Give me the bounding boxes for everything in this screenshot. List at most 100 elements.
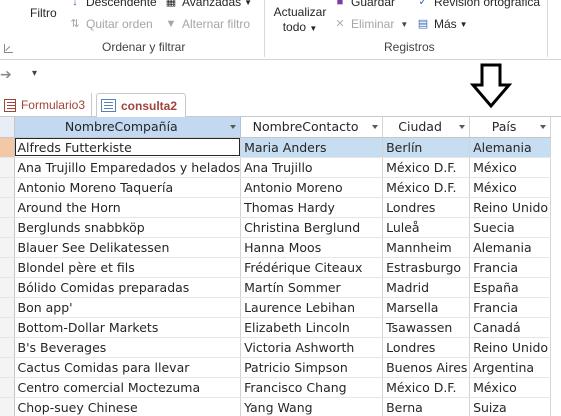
table-cell[interactable]: Madrid — [382, 277, 471, 298]
record-selector[interactable] — [0, 297, 15, 318]
table-cell[interactable]: Blauer See Delikatessen — [14, 237, 242, 258]
table-cell[interactable]: España — [469, 277, 552, 298]
table-cell[interactable]: Bon app' — [14, 297, 242, 318]
toggle-filter-button[interactable]: ▼ Alternar filtro — [164, 17, 250, 31]
arrow-right-icon[interactable]: ➔ — [0, 66, 12, 83]
table-row[interactable]: Bon app' Laurence Lebihan Marsella Francia — [0, 297, 552, 318]
table-cell[interactable]: Bólido Comidas preparadas — [14, 277, 242, 298]
chevron-down-icon[interactable] — [372, 125, 379, 129]
table-cell[interactable]: Patricio Simpson — [240, 357, 384, 378]
table-row[interactable]: Blauer See Delikatessen Hanna Moos Mannhei… — [0, 237, 552, 258]
table-row[interactable]: Alfreds Futterkiste Maria Anders Berlín Ale… — [0, 137, 552, 158]
table-cell[interactable]: Yang Wang — [240, 397, 384, 416]
table-row[interactable]: Berglunds snabbköp Christina Berglund Lule… — [0, 217, 552, 238]
table-row[interactable]: Antonio Moreno Taquería Antonio Moreno Méx… — [0, 177, 552, 198]
table-cell[interactable]: Suecia — [469, 217, 552, 238]
table-cell[interactable]: México D.F. — [382, 377, 471, 398]
record-selector[interactable] — [0, 157, 15, 178]
table-cell[interactable]: Berlín — [382, 137, 471, 158]
remove-sort-button[interactable]: ⇅ Quitar orden — [68, 17, 152, 31]
record-selector[interactable] — [0, 317, 15, 338]
table-cell[interactable]: Hanna Moos — [240, 237, 384, 258]
table-cell[interactable]: Antonio Moreno — [240, 177, 384, 198]
table-cell[interactable]: Reino Unido — [469, 337, 552, 358]
column-header-pais[interactable]: País — [469, 117, 552, 138]
table-cell[interactable]: Ana Trujillo Emparedados y helados — [14, 157, 242, 178]
table-row[interactable]: Blondel père et fils Frédérique Citeaux Es… — [0, 257, 552, 278]
advanced-filter-button[interactable]: ▦ Avanzadas ▼ — [164, 0, 252, 9]
record-selector[interactable] — [0, 397, 15, 416]
table-cell[interactable]: Antonio Moreno Taquería — [14, 177, 242, 198]
table-cell[interactable]: Francisco Chang — [240, 377, 384, 398]
table-cell[interactable]: México D.F. — [382, 177, 471, 198]
table-row[interactable]: Cactus Comidas para llevar Patricio Simps… — [0, 357, 552, 378]
column-header-nombrecompania[interactable]: NombreCompañía — [14, 117, 242, 138]
table-row[interactable]: Bottom-Dollar Markets Elizabeth Lincoln Ts… — [0, 317, 552, 338]
table-row[interactable]: Chop-suey Chinese Yang Wang Berna Suiza — [0, 397, 552, 416]
column-header-nombrecontacto[interactable]: NombreContacto — [240, 117, 384, 138]
table-cell[interactable]: Berna — [382, 397, 471, 416]
table-cell[interactable]: Estrasburgo — [382, 257, 471, 278]
table-row[interactable]: Ana Trujillo Emparedados y helados Ana Tr… — [0, 157, 552, 178]
table-cell[interactable]: Martín Sommer — [240, 277, 384, 298]
more-button[interactable]: ▤ Más ▼ — [416, 17, 468, 31]
table-cell[interactable]: México — [469, 377, 552, 398]
table-cell[interactable]: México — [469, 177, 552, 198]
refresh-all-button[interactable]: Actualizar todo ▼ — [272, 5, 328, 36]
filter-button[interactable]: Filtro — [30, 6, 57, 20]
record-selector[interactable] — [0, 137, 15, 158]
table-cell[interactable]: Frédérique Citeaux — [240, 257, 384, 278]
table-cell[interactable]: Elizabeth Lincoln — [240, 317, 384, 338]
table-cell[interactable]: Reino Unido — [469, 197, 552, 218]
table-cell[interactable]: Centro comercial Moctezuma — [14, 377, 242, 398]
dialog-launcher-icon[interactable] — [4, 44, 13, 53]
record-selector[interactable] — [0, 337, 15, 358]
tab-consulta2[interactable]: consulta2 — [96, 93, 186, 118]
table-cell[interactable]: Canadá — [469, 317, 552, 338]
record-selector[interactable] — [0, 277, 15, 298]
record-selector[interactable] — [0, 217, 15, 238]
table-cell[interactable]: Around the Horn — [14, 197, 242, 218]
table-cell[interactable]: Tsawassen — [382, 317, 471, 338]
table-cell[interactable]: Chop-suey Chinese — [14, 397, 242, 416]
save-button[interactable]: ■ Guardar — [333, 0, 395, 9]
table-cell[interactable]: Christina Berglund — [240, 217, 384, 238]
table-cell[interactable]: Thomas Hardy — [240, 197, 384, 218]
table-cell[interactable]: Luleå — [382, 217, 471, 238]
table-cell[interactable]: Bottom-Dollar Markets — [14, 317, 242, 338]
spelling-button[interactable]: ✓ Revisión ortográfica — [416, 0, 540, 9]
record-selector[interactable] — [0, 177, 15, 198]
table-cell[interactable]: Francia — [469, 297, 552, 318]
table-row[interactable]: Around the Horn Thomas Hardy Londres Reino … — [0, 197, 552, 218]
table-cell[interactable]: Berglunds snabbköp — [14, 217, 242, 238]
record-selector[interactable] — [0, 197, 15, 218]
record-selector[interactable] — [0, 377, 15, 398]
table-cell[interactable]: Victoria Ashworth — [240, 337, 384, 358]
table-cell[interactable]: Londres — [382, 197, 471, 218]
table-cell[interactable]: Mannheim — [382, 237, 471, 258]
chevron-down-icon[interactable] — [459, 125, 466, 129]
table-cell[interactable]: Maria Anders — [240, 137, 384, 158]
column-header-ciudad[interactable]: Ciudad — [382, 117, 471, 138]
record-selector[interactable] — [0, 237, 15, 258]
delete-button[interactable]: ✕ Eliminar ▼ — [333, 17, 408, 31]
table-cell[interactable]: Blondel père et fils — [14, 257, 242, 278]
record-selector[interactable] — [0, 357, 15, 378]
table-cell[interactable]: Alemania — [469, 137, 552, 158]
tab-formulario3[interactable]: Formulario3 — [0, 93, 92, 117]
table-row[interactable]: Centro comercial Moctezuma Francisco Chan… — [0, 377, 552, 398]
customize-toolbar-icon[interactable]: ▾ — [32, 68, 37, 79]
table-cell[interactable]: Argentina — [469, 357, 552, 378]
table-row[interactable]: Bólido Comidas preparadas Martín Sommer Ma… — [0, 277, 552, 298]
table-cell[interactable]: Londres — [382, 337, 471, 358]
chevron-down-icon[interactable] — [540, 125, 547, 129]
table-cell[interactable]: México D.F. — [382, 157, 471, 178]
table-cell[interactable]: Alemania — [469, 237, 552, 258]
table-cell[interactable]: Francia — [469, 257, 552, 278]
table-cell[interactable]: Laurence Lebihan — [240, 297, 384, 318]
table-cell[interactable]: Cactus Comidas para llevar — [14, 357, 242, 378]
table-cell[interactable]: B's Beverages — [14, 337, 242, 358]
sort-descending-button[interactable]: ↓ Descendente — [68, 0, 156, 9]
table-cell[interactable]: Alfreds Futterkiste — [14, 137, 242, 158]
record-selector[interactable] — [0, 257, 15, 278]
